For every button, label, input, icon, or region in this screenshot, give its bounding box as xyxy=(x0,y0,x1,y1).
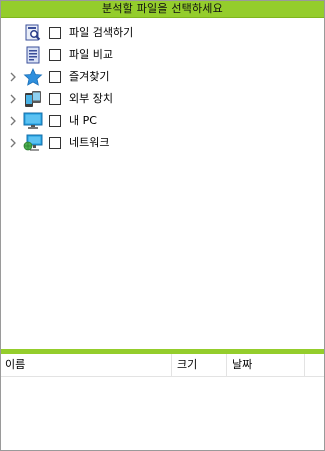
tree-item-label: 네트워크 xyxy=(69,136,110,149)
tree-item-favorites[interactable]: 즐겨찾기 xyxy=(1,67,324,87)
chevron-right-icon[interactable] xyxy=(8,115,18,127)
network-checkbox[interactable] xyxy=(49,137,61,149)
file-compare-icon xyxy=(23,46,43,64)
folder-tree: 파일 검색하기 파일 비교 즐겨찾기 외부 장치 내 PC 네트워크 xyxy=(1,18,324,348)
tree-item-label: 외부 장치 xyxy=(69,92,113,105)
devices-icon xyxy=(23,90,43,108)
file-selection-panel: 분석할 파일을 선택하세요 파일 검색하기 파일 비교 즐겨찾기 외부 장치 내… xyxy=(0,0,325,451)
tree-item-my-pc[interactable]: 내 PC xyxy=(1,111,324,131)
file-compare-checkbox[interactable] xyxy=(49,49,61,61)
external-devices-checkbox[interactable] xyxy=(49,93,61,105)
tree-item-label: 파일 비교 xyxy=(69,48,113,61)
file-list-header: 이름 크기 날짜 xyxy=(1,354,324,377)
panel-title: 분석할 파일을 선택하세요 xyxy=(1,1,324,18)
monitor-icon xyxy=(23,112,43,130)
my-pc-checkbox[interactable] xyxy=(49,115,61,127)
column-header-name[interactable]: 이름 xyxy=(1,354,172,376)
chevron-right-icon[interactable] xyxy=(8,137,18,149)
tree-item-network[interactable]: 네트워크 xyxy=(1,133,324,153)
tree-item-label: 파일 검색하기 xyxy=(69,26,134,39)
file-list: 이름 크기 날짜 xyxy=(1,354,324,450)
favorites-checkbox[interactable] xyxy=(49,71,61,83)
tree-item-label: 내 PC xyxy=(69,114,97,127)
tree-item-label: 즐겨찾기 xyxy=(69,70,110,83)
tree-item-file-compare[interactable]: 파일 비교 xyxy=(1,45,324,65)
network-icon xyxy=(23,134,43,152)
file-search-icon xyxy=(23,24,43,42)
chevron-right-icon[interactable] xyxy=(8,93,18,105)
chevron-right-icon[interactable] xyxy=(8,71,18,83)
star-icon xyxy=(23,68,43,86)
file-search-checkbox[interactable] xyxy=(49,27,61,39)
tree-item-file-search[interactable]: 파일 검색하기 xyxy=(1,23,324,43)
column-header-date[interactable]: 날짜 xyxy=(228,354,305,376)
tree-item-external-devices[interactable]: 외부 장치 xyxy=(1,89,324,109)
column-header-size[interactable]: 크기 xyxy=(173,354,227,376)
